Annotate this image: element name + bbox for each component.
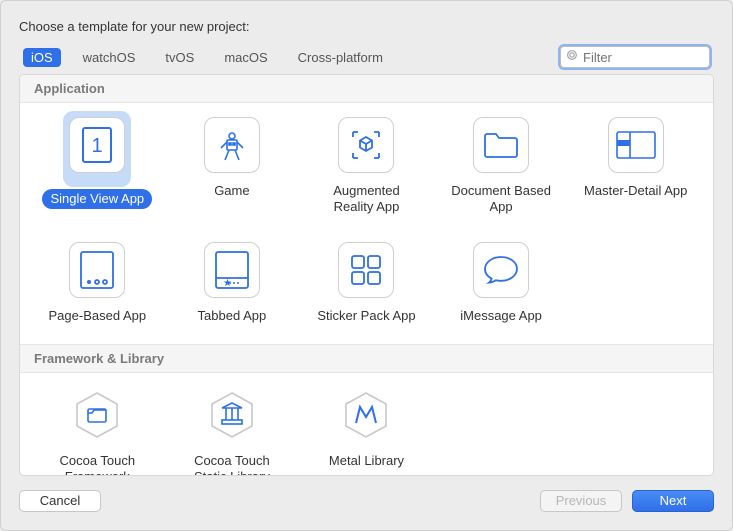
template-label: Metal Library [321, 451, 412, 471]
section-header-application: Application [20, 75, 713, 103]
imessage-icon [473, 242, 529, 306]
tab-watchos[interactable]: watchOS [75, 48, 144, 67]
template-label: Sticker Pack App [309, 306, 423, 326]
template-label: iMessage App [452, 306, 550, 326]
template-imessage-app[interactable]: iMessage App [434, 242, 569, 326]
previous-button: Previous [540, 490, 622, 512]
template-metal-library[interactable]: Metal Library [299, 387, 434, 476]
tab-macos[interactable]: macOS [216, 48, 275, 67]
template-ar-app[interactable]: Augmented Reality App [299, 117, 434, 218]
svg-text:1: 1 [92, 135, 103, 157]
metal-icon [338, 387, 394, 443]
template-label: Augmented Reality App [306, 181, 426, 218]
template-label: Page-Based App [41, 306, 155, 326]
template-label: Document Based App [441, 181, 561, 218]
template-label: Single View App [42, 189, 152, 209]
tab-crossplatform[interactable]: Cross-platform [290, 48, 391, 67]
tabbed-icon: ★ [204, 242, 260, 306]
application-grid: 1 Single View App [20, 103, 713, 344]
template-cocoa-touch-framework[interactable]: Cocoa Touch Framework [30, 387, 165, 476]
library-icon [204, 387, 260, 443]
next-button[interactable]: Next [632, 490, 714, 512]
master-detail-icon [608, 117, 664, 181]
search-wrap [560, 46, 710, 68]
ar-icon [338, 117, 394, 181]
template-cocoa-touch-static-library[interactable]: Cocoa Touch Static Library [165, 387, 300, 476]
single-view-app-icon: 1 [63, 111, 131, 187]
game-icon [204, 117, 260, 181]
dialog-title: Choose a template for your new project: [19, 19, 714, 34]
framework-icon [69, 387, 125, 443]
dialog-footer: Cancel Previous Next [19, 490, 714, 512]
template-panel: Application 1 Single View App [19, 74, 714, 476]
template-single-view-app[interactable]: 1 Single View App [30, 117, 165, 218]
template-document-app[interactable]: Document Based App [434, 117, 569, 218]
template-label: Tabbed App [190, 306, 275, 326]
section-header-framework: Framework & Library [20, 344, 713, 373]
template-label: Cocoa Touch Static Library [172, 451, 292, 476]
template-game[interactable]: Game [165, 117, 300, 218]
template-label: Cocoa Touch Framework [37, 451, 157, 476]
template-master-detail-app[interactable]: Master-Detail App [568, 117, 703, 218]
framework-grid: Cocoa Touch Framework Cocoa Touch Static… [20, 373, 713, 476]
template-page-based-app[interactable]: Page-Based App [30, 242, 165, 326]
tab-ios[interactable]: iOS [23, 48, 61, 67]
sticker-icon [338, 242, 394, 306]
platform-tabs: iOS watchOS tvOS macOS Cross-platform [23, 48, 391, 67]
template-label: Game [206, 181, 257, 201]
filter-input[interactable] [560, 46, 710, 68]
template-sticker-pack-app[interactable]: Sticker Pack App [299, 242, 434, 326]
folder-icon [473, 117, 529, 181]
top-bar: iOS watchOS tvOS macOS Cross-platform [19, 46, 714, 68]
page-based-icon [69, 242, 125, 306]
template-tabbed-app[interactable]: ★ Tabbed App [165, 242, 300, 326]
new-project-template-dialog: Choose a template for your new project: … [0, 0, 733, 531]
cancel-button[interactable]: Cancel [19, 490, 101, 512]
tab-tvos[interactable]: tvOS [157, 48, 202, 67]
template-label: Master-Detail App [576, 181, 695, 201]
